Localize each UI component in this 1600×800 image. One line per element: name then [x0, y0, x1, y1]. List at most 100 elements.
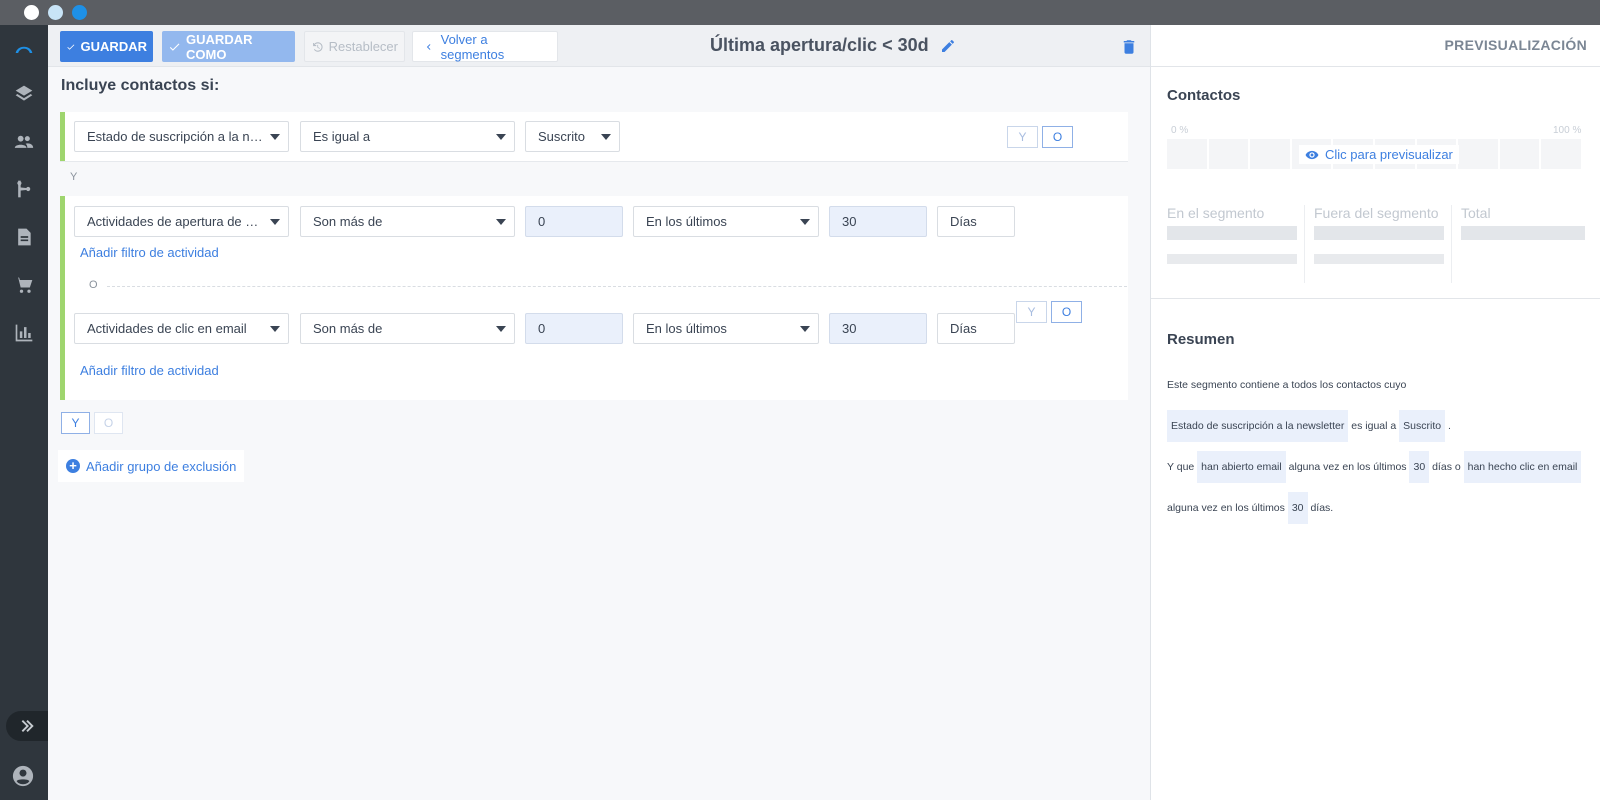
value-select[interactable]: Suscrito: [525, 121, 620, 152]
chevron-left-icon: [426, 43, 431, 50]
preview-divider: [1151, 298, 1600, 299]
period-select-value: En los últimos: [646, 214, 727, 229]
operator-select-value: Son más de: [313, 214, 383, 229]
add-activity-filter-link[interactable]: Añadir filtro de actividad: [80, 363, 219, 378]
preview-title: PREVISUALIZACIÓN: [1444, 37, 1587, 53]
bar-cell: [1250, 139, 1290, 169]
condition-group-1: Estado de suscripción a la newsletter Es…: [60, 112, 1128, 162]
add-exclusion-group-button[interactable]: + Añadir grupo de exclusión: [58, 450, 245, 482]
window-close-dot[interactable]: [24, 5, 39, 20]
operator-select[interactable]: Son más de: [300, 313, 515, 344]
period-select-value: En los últimos: [646, 321, 727, 336]
delete-segment-icon[interactable]: [1120, 37, 1138, 57]
in-segment-label: En el segmento: [1167, 205, 1265, 221]
unit-field[interactable]: Días: [937, 313, 1015, 344]
summary-text-part: Este segmento contiene a todos los conta…: [1167, 379, 1407, 391]
value-select-value: Suscrito: [538, 129, 585, 144]
summary-text-part: es igual a: [1351, 420, 1397, 432]
amount-input[interactable]: 30: [829, 313, 927, 344]
edit-title-icon[interactable]: [940, 38, 956, 54]
summary-heading: Resumen: [1167, 331, 1235, 348]
bar-cell: [1208, 139, 1249, 169]
bar-cell: [1541, 139, 1581, 169]
stat-divider: [1304, 205, 1305, 283]
toggle-and[interactable]: Y: [61, 412, 90, 434]
include-contacts-heading: Incluye contactos si:: [61, 77, 220, 94]
period-select[interactable]: En los últimos: [633, 206, 819, 237]
chart-icon[interactable]: [12, 321, 36, 345]
user-icon[interactable]: [12, 765, 36, 789]
toggle-or[interactable]: O: [1051, 301, 1082, 323]
reset-button[interactable]: Restablecer: [304, 31, 405, 62]
layers-icon[interactable]: [12, 82, 36, 106]
editor-toolbar: GUARDAR GUARDAR COMO Restablecer Volver …: [48, 25, 1150, 67]
summary-chip: han hecho clic en email: [1463, 451, 1582, 484]
activity-field-value: Actividades de apertura de email: [87, 214, 264, 229]
skeleton-sub: [1314, 254, 1444, 264]
toggle-or[interactable]: O: [1042, 126, 1073, 148]
caret-down-icon: [496, 134, 506, 140]
skeleton-value: [1314, 226, 1444, 240]
save-as-button-label: GUARDAR COMO: [186, 31, 253, 62]
operator-select[interactable]: Es igual a: [300, 121, 515, 152]
window-maximize-dot[interactable]: [72, 5, 87, 20]
plus-circle-icon: +: [66, 459, 80, 473]
operator-select-value: Es igual a: [313, 129, 371, 144]
group-divider: [60, 161, 1128, 162]
toggle-and[interactable]: Y: [1007, 126, 1038, 148]
eye-icon: [1305, 150, 1319, 159]
sidebar: [0, 25, 48, 800]
summary-text: Este segmento contiene a todos los conta…: [1167, 365, 1587, 529]
toggle-or[interactable]: O: [94, 412, 123, 434]
contacts-heading: Contactos: [1167, 87, 1241, 104]
check-icon: [169, 43, 180, 51]
page-title: Última apertura/clic < 30d: [710, 35, 929, 55]
caret-down-icon: [601, 134, 611, 140]
bar-cell: [1499, 139, 1540, 169]
skeleton-value: [1167, 226, 1297, 240]
activity-field-select[interactable]: Actividades de apertura de email: [74, 206, 289, 237]
cart-icon[interactable]: [12, 273, 36, 297]
window-minimize-dot[interactable]: [48, 5, 63, 20]
condition-group-2: Actividades de apertura de email Son más…: [60, 196, 1128, 400]
activity-field-select[interactable]: Actividades de clic en email: [74, 313, 289, 344]
unit-field[interactable]: Días: [937, 206, 1015, 237]
bar-cell: [1458, 139, 1498, 169]
check-icon: [67, 43, 75, 50]
caret-down-icon: [496, 326, 506, 332]
count-input[interactable]: 0: [525, 206, 623, 237]
skeleton-sub: [1167, 254, 1297, 264]
out-segment-label: Fuera del segmento: [1314, 205, 1439, 221]
and-or-toggle: Y O: [1016, 301, 1082, 323]
pct-max-label: 100 %: [1553, 125, 1582, 136]
click-to-preview-button[interactable]: Clic para previsualizar: [1299, 145, 1459, 164]
operator-select[interactable]: Son más de: [300, 206, 515, 237]
count-input[interactable]: 0: [525, 313, 623, 344]
click-to-preview-label: Clic para previsualizar: [1325, 147, 1453, 162]
back-to-segments-button[interactable]: Volver a segmentos: [412, 31, 558, 62]
toggle-and[interactable]: Y: [1016, 301, 1047, 323]
field-select[interactable]: Estado de suscripción a la newsletter: [74, 121, 289, 152]
or-dashed-line: [107, 286, 1127, 287]
summary-text-part: días.: [1310, 502, 1334, 514]
summary-chip: Estado de suscripción a la newsletter: [1167, 410, 1349, 443]
preview-header: PREVISUALIZACIÓN: [1151, 25, 1600, 67]
summary-text-part: días o: [1432, 461, 1461, 473]
workflow-icon[interactable]: [12, 177, 36, 201]
amount-input[interactable]: 30: [829, 206, 927, 237]
logo-icon[interactable]: [12, 36, 36, 60]
add-activity-filter-link[interactable]: Añadir filtro de actividad: [80, 245, 219, 260]
back-button-label: Volver a segmentos: [440, 31, 505, 62]
total-label: Total: [1461, 205, 1491, 221]
period-select[interactable]: En los últimos: [633, 313, 819, 344]
contacts-icon[interactable]: [12, 130, 36, 154]
total-stat: Total: [1461, 205, 1585, 240]
caret-down-icon: [496, 219, 506, 225]
save-button[interactable]: GUARDAR: [60, 31, 153, 62]
caret-down-icon: [270, 134, 280, 140]
document-icon[interactable]: [12, 225, 36, 249]
history-icon: [313, 41, 323, 52]
save-as-button[interactable]: GUARDAR COMO: [162, 31, 295, 62]
skeleton-value: [1461, 226, 1585, 240]
expand-icon[interactable]: [6, 711, 48, 741]
